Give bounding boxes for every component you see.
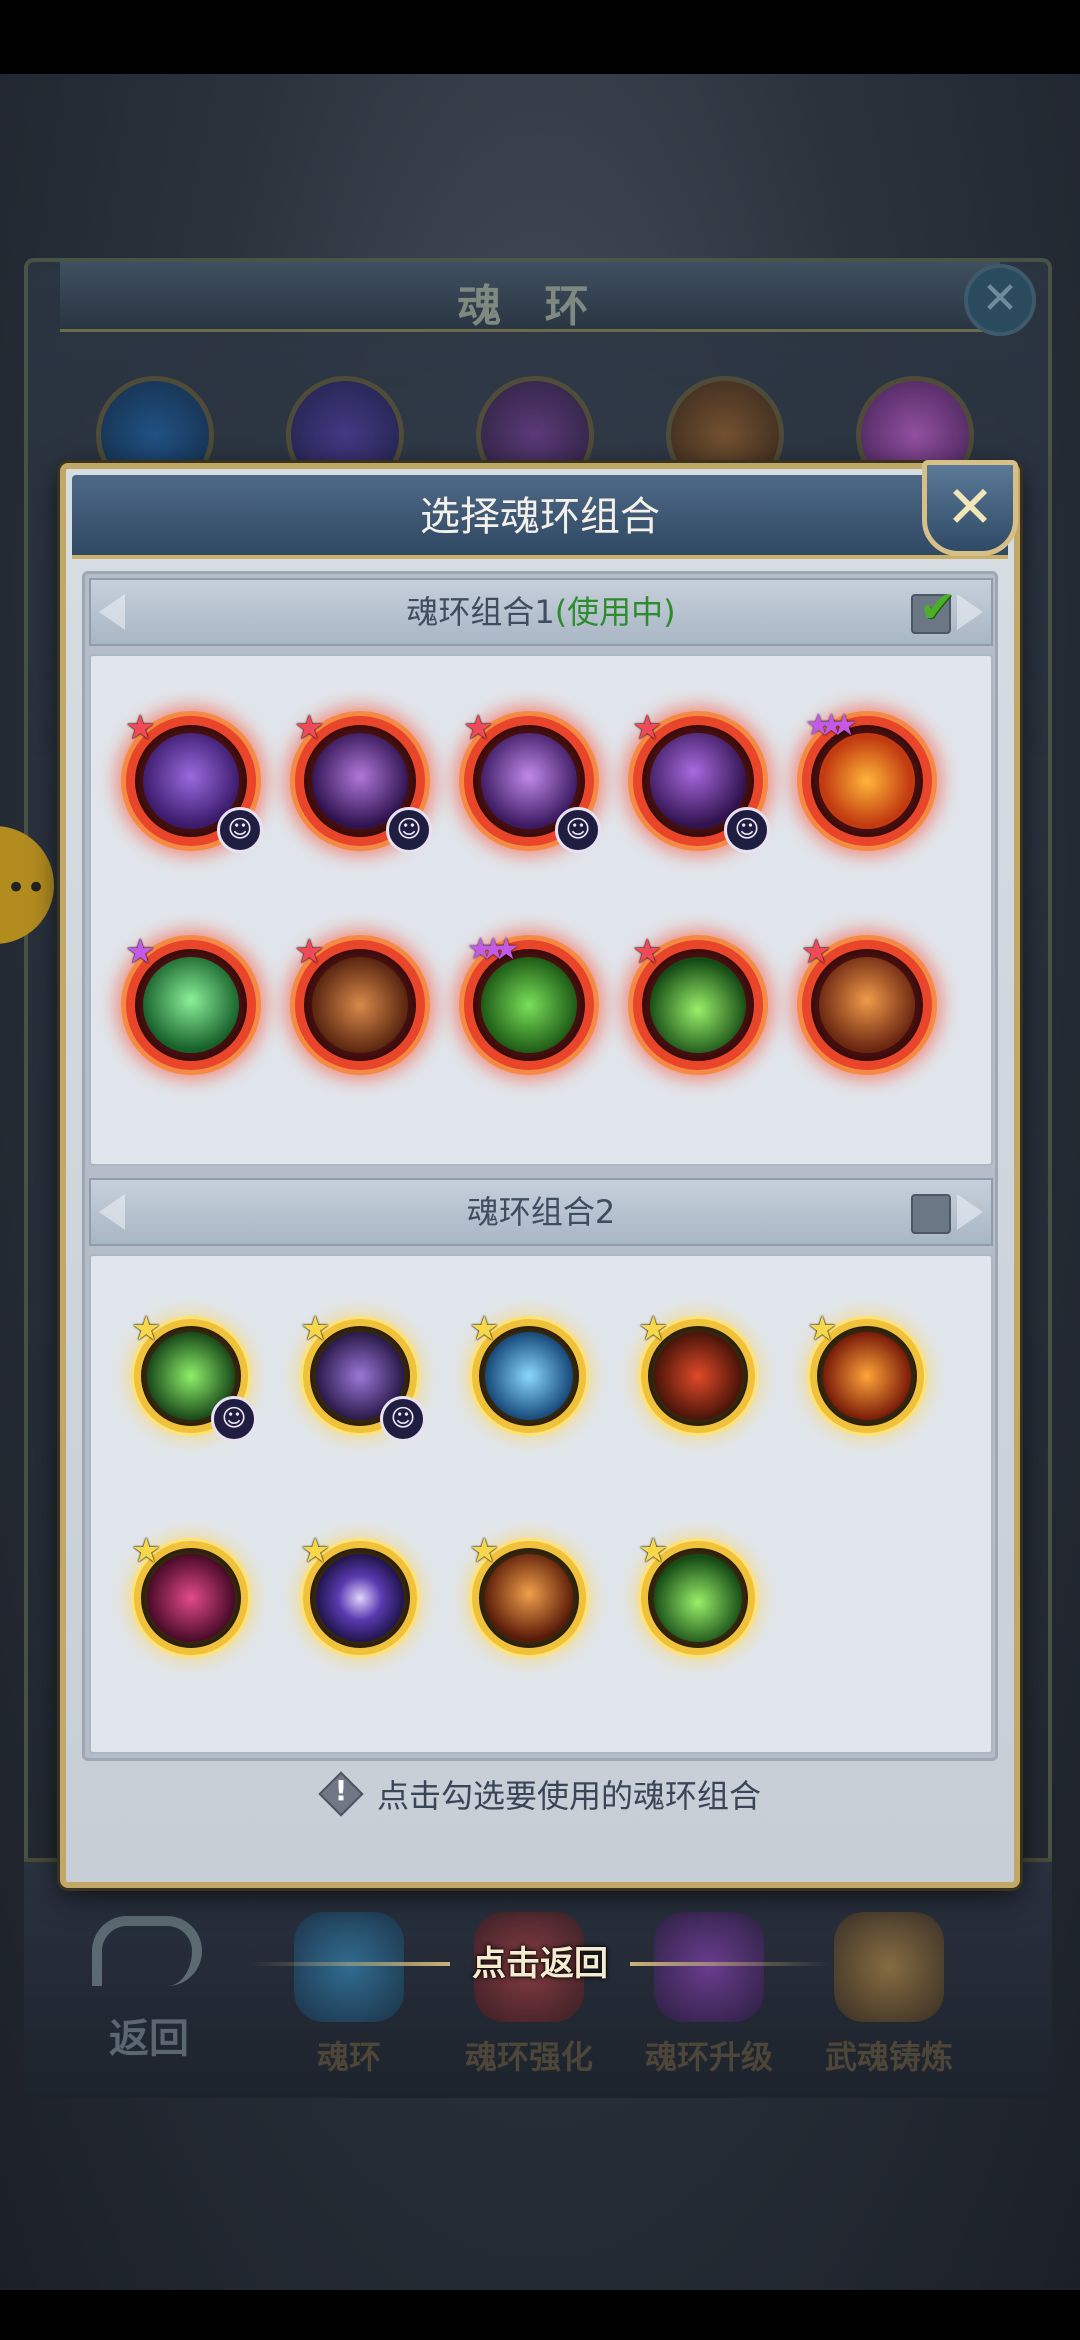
combo-1-title: 魂环组合1(使用中): [91, 580, 991, 644]
dialog-content: 魂环组合1(使用中) ✔ ★ ☺ ★ ☺ ★ ☺ ★ ☺ ★★★ ★ ★ ★★★ ★ ★ 魂环组合2 ★ ☺…: [82, 571, 998, 1761]
star-icon: ★: [801, 932, 832, 972]
star-icon: ★★★: [805, 708, 858, 743]
blue-tornado-icon[interactable]: ★: [469, 1312, 586, 1433]
combo-2-name: 魂环组合2: [466, 1193, 616, 1231]
spirit-badge-icon: ☺: [217, 807, 263, 853]
combo-1-name: 魂环组合1: [406, 593, 555, 631]
combo-2-title: 魂环组合2: [91, 1180, 991, 1244]
star-icon: ★: [125, 932, 156, 972]
spirit-badge-icon: ☺: [386, 807, 432, 853]
shadow-warrior-icon[interactable]: ★ ☺: [294, 711, 432, 853]
tab-label: 魂环: [316, 2038, 381, 2076]
combo-2-checkbox[interactable]: [911, 1194, 951, 1234]
in-use-status: (使用中): [554, 593, 676, 631]
four-leaf-clover-icon[interactable]: ★★★: [464, 935, 594, 1070]
status-bar: [0, 0, 1080, 74]
star-icon: ★: [638, 1309, 669, 1349]
star-icon: ★: [125, 708, 156, 748]
tab-label: 魂环升级: [644, 2038, 773, 2076]
footer-hint-text: 点击勾选要使用的魂环组合: [376, 1777, 761, 1815]
navigation-bar: [0, 2290, 1080, 2340]
star-icon: ★: [469, 1309, 500, 1349]
ring-art: [312, 957, 408, 1053]
star-icon: ★: [294, 932, 325, 972]
purple-claw-icon[interactable]: ★ ☺: [632, 711, 770, 853]
close-icon: ✕: [945, 473, 995, 541]
star-icon: ★: [638, 1531, 669, 1571]
combo-1-header[interactable]: 魂环组合1(使用中) ✔: [89, 578, 993, 646]
close-button[interactable]: ✕: [922, 460, 1018, 556]
tab-label: 魂环强化: [464, 2038, 593, 2076]
tab-label: 武魂铸炼: [824, 2038, 953, 2076]
star-icon: ★: [632, 932, 663, 972]
tab-soul-ring-upgrade: 魂环升级: [624, 1902, 794, 2082]
select-soul-ring-combo-dialog: 选择魂环组合 魂环组合1(使用中) ✔ ★ ☺ ★ ☺ ★ ☺ ★ ☺ ★★★ ★ ★ ★★★ ★ ★ 魂…: [60, 463, 1020, 1888]
spirit-badge-icon: ☺: [555, 807, 601, 853]
spirit-badge-icon: ☺: [380, 1396, 426, 1442]
dialog-header: 选择魂环组合: [72, 475, 1008, 559]
spirit-badge-icon: ☺: [211, 1396, 257, 1442]
purple-dragon-icon[interactable]: ★ ☺: [300, 1312, 426, 1442]
star-icon: ★: [632, 708, 663, 748]
star-icon: ★: [300, 1309, 331, 1349]
sprout-icon[interactable]: ★: [632, 935, 763, 1070]
void-vortex-icon[interactable]: ★: [300, 1534, 417, 1655]
red-eye-claw-icon[interactable]: ★: [638, 1312, 755, 1433]
star-icon: ★: [807, 1309, 838, 1349]
spirit-badge-icon: ☺: [724, 807, 770, 853]
green-blade-icon[interactable]: ★ ☺: [131, 1312, 257, 1442]
green-shield-icon[interactable]: ★: [125, 935, 256, 1070]
combo-1-ring-grid: ★ ☺ ★ ☺ ★ ☺ ★ ☺ ★★★ ★ ★ ★★★ ★ ★: [89, 654, 993, 1166]
combo-1-checkbox[interactable]: ✔: [911, 582, 956, 634]
background-close-icon: ✕: [964, 264, 1036, 336]
back-label: 返回: [109, 2016, 189, 2062]
star-icon: ★★★: [467, 932, 520, 967]
flame-armor-icon[interactable]: ★★★: [802, 711, 932, 846]
ring-art: [481, 957, 577, 1053]
star-icon: ★: [294, 708, 325, 748]
star-icon: ★: [131, 1531, 162, 1571]
background-title-bar: 魂 环: [60, 262, 1000, 332]
fire-brute-icon[interactable]: ★: [807, 1312, 924, 1433]
purple-spirit-icon[interactable]: ★ ☺: [463, 711, 601, 853]
footer-hint: ! 点击勾选要使用的魂环组合: [66, 1771, 1014, 1841]
dragon-head-icon[interactable]: ★: [294, 935, 425, 1070]
tab-soul-ring-enhance: 魂环强化: [444, 1902, 614, 2082]
exclamation-icon: !: [318, 1771, 364, 1817]
crimson-web-icon[interactable]: ★: [131, 1534, 248, 1655]
ring-art: [650, 957, 746, 1053]
star-icon: ★: [131, 1309, 162, 1349]
purple-demon-icon[interactable]: ★ ☺: [125, 711, 263, 853]
background-title: 魂 环: [457, 281, 603, 332]
back-button: 返回: [64, 1902, 234, 2072]
star-icon: ★: [463, 708, 494, 748]
muscle-titan-icon[interactable]: ★: [801, 935, 932, 1070]
ring-art: [819, 733, 915, 829]
star-icon: ★: [300, 1531, 331, 1571]
tab-soul-ring: 魂环: [264, 1902, 434, 2082]
golden-guardian-icon[interactable]: ★: [469, 1534, 586, 1655]
checkmark-icon: ✔: [919, 582, 956, 633]
combo-2-header[interactable]: 魂环组合2: [89, 1178, 993, 1246]
tap-to-return-hint[interactable]: 点击返回: [0, 1936, 1080, 1985]
star-icon: ★: [469, 1531, 500, 1571]
tab-martial-soul-forge: 武魂铸炼: [804, 1902, 974, 2082]
sprout-icon[interactable]: ★: [638, 1534, 755, 1655]
ring-art: [143, 957, 239, 1053]
ring-art: [819, 957, 915, 1053]
combo-2-ring-grid: ★ ☺ ★ ☺ ★ ★ ★ ★ ★ ★ ★: [89, 1254, 993, 1754]
dialog-title: 选择魂环组合: [420, 494, 660, 540]
